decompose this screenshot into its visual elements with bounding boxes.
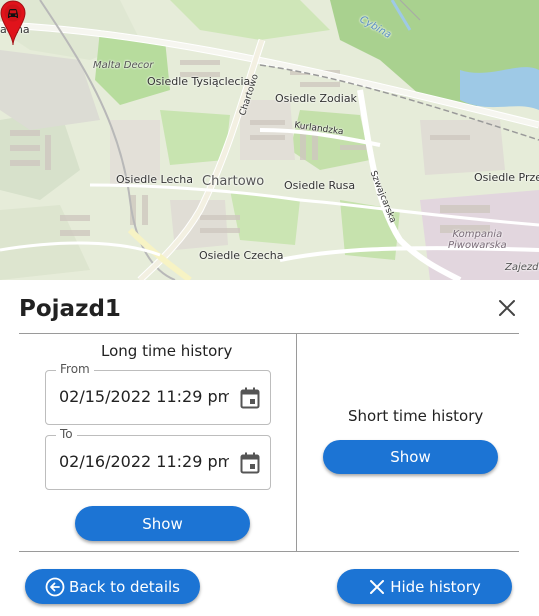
map-label-malta-decor: Malta Decor [93,60,154,71]
from-label: From [56,362,94,376]
map-label-zodiak: Osiedle Zodiak [275,92,357,105]
map-label-kompania: Kompania Piwowarska [448,229,507,251]
short-history-show-button[interactable]: Show [323,440,498,474]
from-date-input[interactable] [59,387,229,406]
to-date-field[interactable]: To [45,427,271,490]
hide-history-button[interactable]: Hide history [337,569,512,604]
map-label-chartowo: Chartowo [202,174,265,189]
panel-title: Pojazd1 [19,296,121,322]
title-divider [19,333,519,334]
map-label-kompania-line2: Piwowarska [448,240,507,251]
map-label-czecha: Osiedle Czecha [199,249,284,262]
long-history-show-button[interactable]: Show [75,506,250,541]
map-label-lecha: Osiedle Lecha [116,173,193,186]
back-to-details-button[interactable]: Back to details [25,569,200,604]
map-label-rusa: Osiedle Rusa [284,179,356,192]
hide-history-label: Hide history [390,577,481,596]
map-label-przemysl: Osiedle Przem [474,171,539,184]
map-label-zajezdnia: Zajezdn [505,262,539,273]
calendar-icon[interactable] [240,452,260,474]
from-date-field[interactable]: From [45,362,271,425]
to-date-input[interactable] [59,452,229,471]
calendar-icon[interactable] [240,387,260,409]
footer-divider [19,551,519,552]
column-divider [296,334,297,551]
car-marker-icon[interactable] [0,0,26,46]
close-icon [370,579,385,594]
back-to-details-label: Back to details [69,577,180,596]
map-label-kompania-line1: Kompania [452,229,503,240]
to-label: To [56,427,77,441]
short-history-title: Short time history [348,407,484,425]
close-icon[interactable] [494,295,520,321]
back-arrow-icon [45,577,65,596]
long-history-title: Long time history [101,342,233,360]
map-label-tysiaclecia: Osiedle Tysiąclecia [147,75,251,88]
